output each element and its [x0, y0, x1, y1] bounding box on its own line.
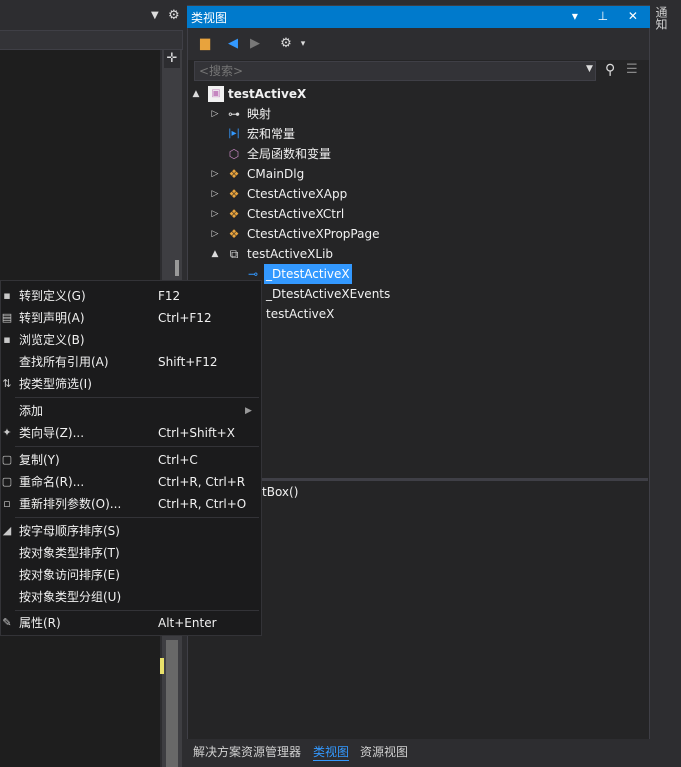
- menu-item-filter-by-type[interactable]: ⇅ 按类型筛选(I): [1, 373, 259, 395]
- scrollbar-thumb[interactable]: [166, 640, 178, 767]
- tree-item-label: CtestActiveXCtrl: [247, 207, 345, 221]
- tree-item-label: CtestActiveXApp: [247, 187, 348, 201]
- class-icon: ❖: [228, 167, 240, 181]
- copy-icon: ▢: [1, 453, 13, 466]
- scrollbar-marker: [175, 260, 179, 276]
- expand-icon[interactable]: ▷: [210, 204, 220, 224]
- menu-item-properties[interactable]: ✎ 属性(R) Alt+Enter: [1, 612, 259, 634]
- tree-item-label: CtestActiveXPropPage: [247, 227, 380, 241]
- submenu-arrow-icon: ▶: [245, 406, 252, 416]
- wizard-icon: ✦: [2, 426, 12, 439]
- tree-item-project[interactable]: ▲ ▣ testActiveX: [188, 84, 648, 104]
- menu-item-sort-by-access[interactable]: 按对象访问排序(E): [1, 564, 259, 586]
- context-menu: ▪ 转到定义(G) F12 ▤ 转到声明(A) Ctrl+F12 ▪ 浏览定义(…: [0, 280, 262, 636]
- panel-window-buttons[interactable]: ▾ ⊥ ✕: [572, 9, 646, 23]
- tab-class-view[interactable]: 类视图: [313, 743, 350, 761]
- expand-icon[interactable]: ▷: [210, 104, 220, 124]
- class-icon: ❖: [228, 227, 240, 241]
- search-dropdown-icon[interactable]: ▼: [586, 64, 593, 74]
- wrench-icon: ✎: [2, 616, 12, 629]
- tree-item-label: testActiveX: [266, 307, 335, 321]
- class-icon: ❖: [228, 187, 240, 201]
- tree-item-label: CMainDlg: [247, 167, 305, 181]
- notifications-tab[interactable]: 通知: [654, 6, 670, 30]
- tree-item-label: 映射: [247, 107, 272, 121]
- expand-icon[interactable]: ▷: [210, 184, 220, 204]
- settings-dropdown-icon[interactable]: ▾: [295, 36, 311, 52]
- menu-item-add[interactable]: 添加 ▶: [1, 400, 259, 422]
- tree-item-macros[interactable]: |▸| 宏和常量: [188, 124, 648, 144]
- gear-icon[interactable]: ⚙: [168, 8, 180, 23]
- menu-item-class-wizard[interactable]: ✦ 类向导(Z)... Ctrl+Shift+X: [1, 422, 259, 444]
- browse-definition-icon: ▪: [3, 333, 11, 346]
- member-combo[interactable]: [0, 30, 183, 50]
- new-folder-icon[interactable]: ▆: [197, 36, 213, 52]
- menu-item-sort-by-type[interactable]: 按对象类型排序(T): [1, 542, 259, 564]
- cube-icon: ⬡: [228, 147, 240, 161]
- tree-item-cmaindlg[interactable]: ▷ ❖ CMainDlg: [188, 164, 648, 184]
- tree-item-label: 宏和常量: [247, 127, 296, 141]
- tree-item-label: testActiveXLib: [247, 247, 334, 261]
- menu-item-copy[interactable]: ▢ 复制(Y) Ctrl+C: [1, 449, 259, 471]
- tab-resource-view[interactable]: 资源视图: [360, 743, 408, 760]
- menu-separator: [15, 446, 259, 447]
- tab-solution-explorer[interactable]: 解决方案资源管理器: [193, 743, 301, 760]
- tree-item-label: _DtestActiveXEvents: [266, 287, 391, 301]
- menu-item-find-all-references[interactable]: 查找所有引用(A) Shift+F12: [1, 351, 259, 373]
- menu-item-goto-declaration[interactable]: ▤ 转到声明(A) Ctrl+F12: [1, 307, 259, 329]
- tree-item-globals[interactable]: ⬡ 全局函数和变量: [188, 144, 648, 164]
- filter-icon: ⇅: [2, 377, 12, 390]
- menu-item-sort-alpha[interactable]: ◢ 按字母顺序排序(S): [1, 520, 259, 542]
- right-side-strip: [650, 0, 681, 767]
- back-icon[interactable]: ◀: [225, 36, 241, 52]
- project-icon: ▣: [208, 86, 224, 102]
- menu-item-rename[interactable]: ▢ 重命名(R)... Ctrl+R, Ctrl+R: [1, 471, 259, 493]
- menu-item-browse-definition[interactable]: ▪ 浏览定义(B): [1, 329, 259, 351]
- split-handle-icon[interactable]: ✛: [164, 50, 180, 68]
- sort-alpha-icon: ◢: [2, 524, 12, 537]
- menu-item-group-by-type[interactable]: 按对象类型分组(U): [1, 586, 259, 608]
- macro-icon: |▸|: [228, 128, 240, 139]
- menu-item-goto-definition[interactable]: ▪ 转到定义(G) F12: [1, 285, 259, 307]
- reorder-icon: ▫: [3, 497, 11, 510]
- forward-icon[interactable]: ▶: [247, 36, 263, 52]
- rename-icon: ▢: [1, 475, 13, 488]
- search-options-icon[interactable]: ☰: [626, 62, 638, 77]
- tree-item-label: testActiveX: [228, 87, 307, 101]
- tree-item-proppage[interactable]: ▷ ❖ CtestActiveXPropPage: [188, 224, 648, 244]
- tree-item-lib[interactable]: ▲ ⧉ testActiveXLib: [188, 244, 648, 264]
- collapse-icon[interactable]: ▲: [191, 84, 201, 104]
- menu-item-reorder-parameters[interactable]: ▫ 重新排列参数(O)... Ctrl+R, Ctrl+O: [1, 493, 259, 515]
- tree-item-label: 全局函数和变量: [247, 147, 332, 161]
- menu-separator: [15, 517, 259, 518]
- menu-separator: [15, 397, 259, 398]
- goto-declaration-icon: ▤: [1, 311, 13, 324]
- collapse-icon[interactable]: ▲: [210, 244, 220, 264]
- change-marker: [160, 658, 164, 674]
- expand-icon[interactable]: ▷: [210, 224, 220, 244]
- tree-item-label: _DtestActiveX: [264, 264, 352, 284]
- key-icon: ⊶: [228, 107, 240, 121]
- tree-item-ctrl[interactable]: ▷ ❖ CtestActiveXCtrl: [188, 204, 648, 224]
- namespace-icon: ⧉: [229, 247, 239, 261]
- panel-title: 类视图: [191, 11, 228, 25]
- settings-gear-icon[interactable]: ⚙: [278, 36, 294, 52]
- member-item[interactable]: tBox(): [262, 485, 298, 499]
- expand-icon[interactable]: ▷: [210, 164, 220, 184]
- tree-item-app[interactable]: ▷ ❖ CtestActiveXApp: [188, 184, 648, 204]
- class-icon: ❖: [228, 207, 240, 221]
- search-icon[interactable]: ⚲: [605, 62, 615, 78]
- menu-separator: [15, 610, 259, 611]
- search-input[interactable]: [194, 61, 596, 81]
- goto-definition-icon: ▪: [3, 289, 11, 302]
- dropdown-arrow-icon[interactable]: ▼: [151, 10, 159, 21]
- tree-item-maps[interactable]: ▷ ⊶ 映射: [188, 104, 648, 124]
